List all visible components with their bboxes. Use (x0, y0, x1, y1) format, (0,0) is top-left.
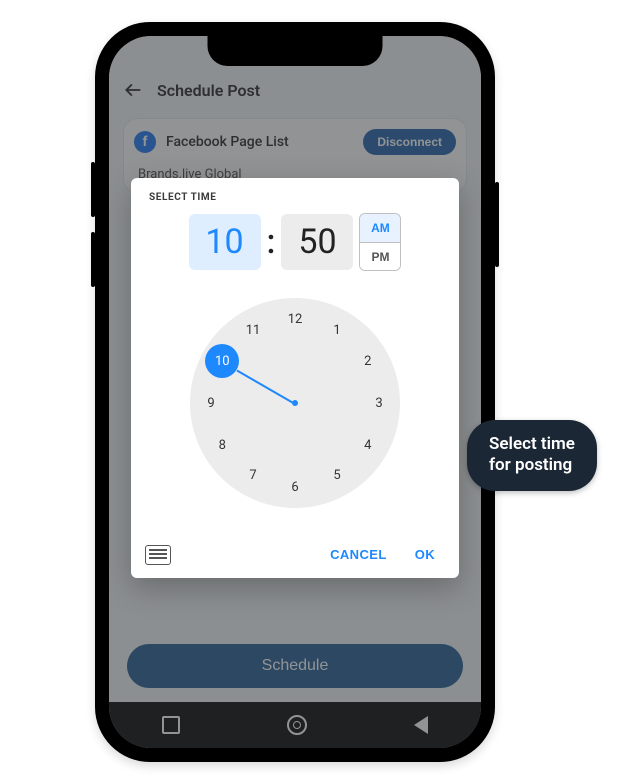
time-colon: : (267, 222, 276, 262)
phone-side-button (91, 232, 95, 287)
phone-screen: Schedule Post f Facebook Page List Disco… (109, 36, 481, 748)
phone-frame: Schedule Post f Facebook Page List Disco… (95, 22, 495, 762)
clock-wrap: 12123456789101110 (131, 271, 459, 535)
clock-number-11[interactable]: 11 (240, 317, 266, 343)
clock-hand (236, 370, 295, 405)
phone-notch (208, 36, 383, 66)
am-button[interactable]: AM (360, 214, 400, 242)
dialog-footer: CANCEL OK (131, 535, 459, 578)
clock-number-5[interactable]: 5 (324, 463, 350, 489)
clock-number-9[interactable]: 9 (198, 390, 224, 416)
cancel-button[interactable]: CANCEL (320, 541, 397, 568)
callout-line1: Select time (489, 434, 575, 454)
minute-field[interactable]: 50 (281, 214, 353, 270)
time-input-row: 10 : 50 AM PM (131, 213, 459, 271)
clock-selected-hour[interactable]: 10 (205, 344, 239, 378)
time-picker-dialog: SELECT TIME 10 : 50 AM PM 12123456789101… (131, 178, 459, 578)
pm-button[interactable]: PM (360, 242, 400, 270)
clock-number-3[interactable]: 3 (366, 390, 392, 416)
dialog-title: SELECT TIME (131, 178, 459, 213)
ampm-toggle: AM PM (359, 213, 401, 271)
clock-face[interactable]: 12123456789101110 (190, 298, 400, 508)
clock-number-12[interactable]: 12 (282, 306, 308, 332)
clock-number-6[interactable]: 6 (282, 474, 308, 500)
clock-number-8[interactable]: 8 (209, 432, 235, 458)
clock-number-4[interactable]: 4 (355, 432, 381, 458)
hour-field[interactable]: 10 (189, 214, 261, 270)
callout-line2: for posting (489, 455, 572, 475)
clock-number-7[interactable]: 7 (240, 463, 266, 489)
clock-number-2[interactable]: 2 (355, 348, 381, 374)
ok-button[interactable]: OK (405, 541, 445, 568)
clock-number-1[interactable]: 1 (324, 317, 350, 343)
callout-tooltip: Select time for posting (467, 420, 597, 491)
keyboard-icon[interactable] (145, 545, 171, 565)
